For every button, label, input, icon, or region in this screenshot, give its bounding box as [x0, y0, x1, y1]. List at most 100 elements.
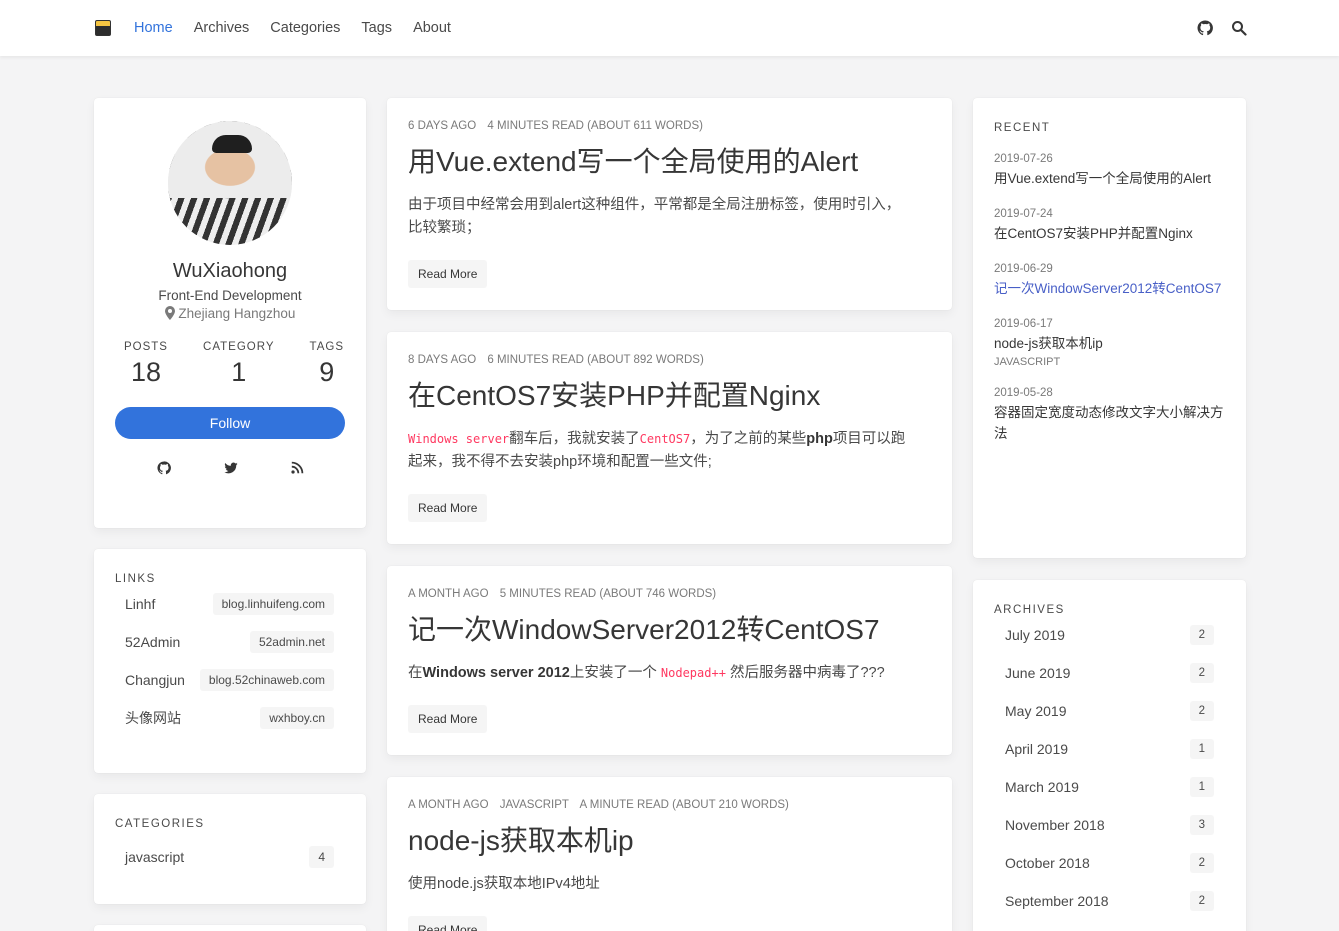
post-card: 6 DAYS AGO 4 MINUTES READ (ABOUT 611 WOR… [387, 98, 952, 310]
archive-count: 2 [1189, 891, 1214, 911]
archive-month: July 2019 [1005, 627, 1065, 643]
read-more-button[interactable]: Read More [408, 260, 488, 288]
recent-post-link[interactable]: 容器固定宽度动态修改文字大小解决方法 [994, 402, 1225, 444]
post-meta: 8 DAYS AGO 6 MINUTES READ (ABOUT 892 WOR… [408, 354, 931, 366]
links-widget: LINKS Linhf blog.linhuifeng.com 52Admin … [94, 549, 366, 773]
archives-title: ARCHIVES [994, 604, 1065, 616]
nav-about[interactable]: About [413, 20, 451, 36]
stat-label: POSTS [124, 341, 168, 353]
post-title[interactable]: 用Vue.extend写一个全局使用的Alert [408, 140, 931, 180]
archive-item[interactable]: March 2019 1 [994, 768, 1214, 806]
link-name: 52Admin [125, 634, 181, 650]
recent-item: 2019-06-29 记一次WindowServer2012转CentOS7 [994, 263, 1225, 299]
archive-count: 1 [1189, 739, 1214, 759]
social-links [94, 461, 366, 475]
search-icon[interactable] [1231, 20, 1247, 36]
excerpt-text: 在 [408, 665, 423, 681]
archive-item[interactable]: November 2018 3 [994, 806, 1214, 844]
link-item[interactable]: 头像网站 wxhboy.cn [115, 699, 334, 737]
archive-item[interactable]: May 2019 2 [994, 692, 1214, 730]
archive-count: 2 [1189, 701, 1214, 721]
twitter-icon[interactable] [223, 461, 238, 475]
recent-date: 2019-07-24 [994, 208, 1053, 220]
archive-item[interactable]: June 2019 2 [994, 654, 1214, 692]
archive-item[interactable]: September 2018 2 [994, 882, 1214, 920]
stat-posts[interactable]: POSTS 18 [124, 341, 168, 388]
site-logo[interactable] [95, 20, 111, 36]
nav-home[interactable]: Home [134, 20, 173, 36]
archive-count: 2 [1189, 625, 1214, 645]
recent-category[interactable]: JAVASCRIPT [994, 356, 1225, 368]
post-date: 6 DAYS AGO [408, 120, 477, 132]
link-name: 头像网站 [125, 710, 181, 726]
nav-actions [1197, 20, 1247, 36]
archive-item[interactable]: April 2019 1 [994, 730, 1214, 768]
link-url: blog.linhuifeng.com [212, 593, 334, 615]
recent-post-link[interactable]: 在CentOS7安装PHP并配置Nginx [994, 223, 1225, 244]
stat-category[interactable]: CATEGORY 1 [203, 341, 274, 388]
recent-post-link[interactable]: 用Vue.extend写一个全局使用的Alert [994, 168, 1225, 189]
top-navbar: Home Archives Categories Tags About [0, 0, 1339, 56]
recent-title: RECENT [994, 122, 1051, 134]
profile-card: WuXiaohong Front-End Development Zhejian… [94, 98, 366, 528]
recent-post-link[interactable]: node-js获取本机ip [994, 333, 1225, 354]
post-excerpt: Windows server翻车后，我就安装了CentOS7，为了之前的某些ph… [408, 428, 908, 474]
link-item[interactable]: Changjun blog.52chinaweb.com [115, 661, 334, 699]
archives-widget: ARCHIVES July 2019 2 June 2019 2 May 201… [973, 580, 1246, 931]
archive-count: 1 [1189, 777, 1214, 797]
nav-categories[interactable]: Categories [270, 20, 340, 36]
github-icon[interactable] [1197, 20, 1213, 36]
post-meta: 6 DAYS AGO 4 MINUTES READ (ABOUT 611 WOR… [408, 120, 931, 132]
post-category[interactable]: JAVASCRIPT [500, 799, 569, 811]
post-title[interactable]: node-js获取本机ip [408, 819, 931, 859]
profile-stats: POSTS 18 CATEGORY 1 TAGS 9 [94, 341, 366, 388]
excerpt-text: 上安装了一个 [569, 665, 661, 681]
post-card: A MONTH AGO 5 MINUTES READ (ABOUT 746 WO… [387, 566, 952, 755]
read-more-button[interactable]: Read More [408, 705, 488, 733]
link-url: 52admin.net [249, 631, 334, 653]
category-item[interactable]: javascript 4 [115, 846, 334, 868]
profile-location-text: Zhejiang Hangzhou [178, 306, 296, 321]
stat-value: 9 [319, 357, 335, 387]
avatar [168, 121, 292, 245]
nav-archives[interactable]: Archives [194, 20, 250, 36]
post-date: A MONTH AGO [408, 588, 489, 600]
archive-count: 2 [1189, 853, 1214, 873]
link-item[interactable]: 52Admin 52admin.net [115, 623, 334, 661]
categories-widget: CATEGORIES javascript 4 [94, 794, 366, 904]
nav-tags[interactable]: Tags [361, 20, 392, 36]
post-title[interactable]: 在CentOS7安装PHP并配置Nginx [408, 374, 931, 414]
link-item[interactable]: Linhf blog.linhuifeng.com [115, 585, 334, 623]
archive-month: June 2019 [1005, 665, 1071, 681]
post-title[interactable]: 记一次WindowServer2012转CentOS7 [408, 608, 931, 648]
stat-tags[interactable]: TAGS 9 [310, 341, 344, 388]
post-excerpt: 由于项目中经常会用到alert这种组件，平常都是全局注册标签，使用时引入，比较繁… [408, 197, 901, 236]
archive-item[interactable]: October 2018 2 [994, 844, 1214, 882]
read-more-button[interactable]: Read More [408, 916, 488, 931]
links-title: LINKS [115, 573, 156, 585]
category-count: 4 [309, 846, 334, 868]
link-name: Linhf [125, 596, 156, 612]
archive-count: 3 [1189, 815, 1214, 835]
github-icon[interactable] [156, 461, 171, 475]
excerpt-bold: php [806, 431, 833, 447]
post-read-time: 4 MINUTES READ (ABOUT 611 WORDS) [487, 120, 703, 132]
inline-code: Nodepad++ [660, 666, 726, 680]
post-card: A MONTH AGO JAVASCRIPT A MINUTE READ (AB… [387, 777, 952, 931]
recent-item: 2019-07-26 用Vue.extend写一个全局使用的Alert [994, 153, 1225, 189]
archive-month: October 2018 [1005, 855, 1090, 871]
archive-month: March 2019 [1005, 779, 1079, 795]
inline-code: CentOS7 [639, 432, 691, 446]
archive-item[interactable]: July 2019 2 [994, 616, 1214, 654]
post-meta: A MONTH AGO 5 MINUTES READ (ABOUT 746 WO… [408, 588, 931, 600]
follow-button[interactable]: Follow [115, 407, 345, 439]
link-url: wxhboy.cn [260, 707, 334, 729]
next-widget-card [94, 925, 366, 931]
recent-date: 2019-07-26 [994, 153, 1053, 165]
excerpt-text: 然后服务器中病毒了??? [725, 665, 885, 681]
profile-name: WuXiaohong [172, 260, 288, 282]
rss-icon[interactable] [290, 461, 304, 475]
recent-post-link[interactable]: 记一次WindowServer2012转CentOS7 [994, 278, 1225, 299]
archive-month: May 2019 [1005, 703, 1067, 719]
read-more-button[interactable]: Read More [408, 494, 488, 522]
